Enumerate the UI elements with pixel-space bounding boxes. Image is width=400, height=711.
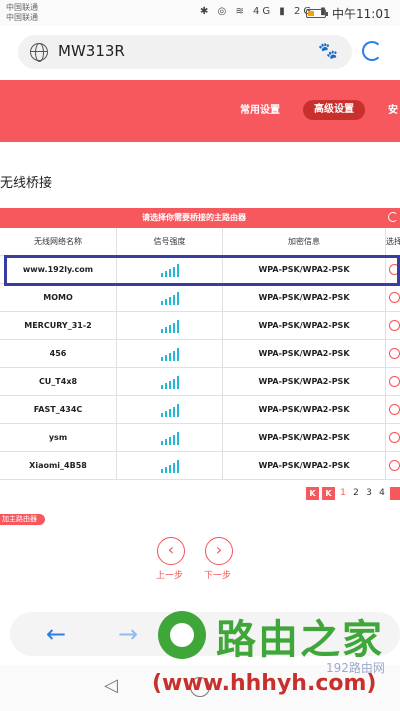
signal-cell xyxy=(117,340,223,367)
prev-page-button[interactable]: K xyxy=(322,486,335,500)
select-cell xyxy=(386,424,400,451)
table-row[interactable]: 456 WPA-PSK/WPA2-PSK xyxy=(0,340,400,368)
router-header: 常用设置 高级设置 安 xyxy=(0,80,400,142)
select-cell xyxy=(386,312,400,339)
signal-strength-icon xyxy=(160,403,179,417)
watermark-logo-icon xyxy=(158,611,206,659)
ssid-cell: MOMO xyxy=(0,284,117,311)
table-row[interactable]: CU_T4x8 WPA-PSK/WPA2-PSK xyxy=(0,368,400,396)
header-signal: 信号强度 xyxy=(117,228,223,255)
globe-icon xyxy=(30,43,48,62)
encryption-cell: WPA-PSK/WPA2-PSK xyxy=(223,368,386,395)
next-step-button[interactable]: › xyxy=(205,537,233,565)
encryption-cell: WPA-PSK/WPA2-PSK xyxy=(223,312,386,339)
watermark-url: (www.hhhyh.com) xyxy=(152,671,377,696)
nav-security[interactable]: 安 xyxy=(388,101,398,116)
carrier-2: 中国联通 xyxy=(6,13,38,22)
first-page-button[interactable]: K xyxy=(306,486,319,500)
page-2[interactable]: 2 xyxy=(351,488,361,498)
select-radio[interactable] xyxy=(388,404,400,415)
ssid-cell: 456 xyxy=(0,340,117,367)
battery-icon xyxy=(306,9,328,18)
header-encryption: 加密信息 xyxy=(223,228,386,255)
select-cell xyxy=(386,368,400,395)
nav-advanced-settings[interactable]: 高级设置 xyxy=(303,100,365,120)
ssid-cell: CU_T4x8 xyxy=(0,368,117,395)
page-4[interactable]: 4 xyxy=(377,488,387,498)
table-row[interactable]: ysm WPA-PSK/WPA2-PSK xyxy=(0,424,400,452)
next-page-button[interactable] xyxy=(390,486,400,500)
table-banner: 请选择你需要桥接的主路由器 xyxy=(0,208,400,228)
select-cell xyxy=(386,452,400,479)
table-header: 无线网络名称 信号强度 加密信息 选择 xyxy=(0,228,400,256)
ssid-cell: Xiaomi_4B58 xyxy=(0,452,117,479)
clock: 中午11:01 xyxy=(332,7,391,21)
banner-text: 请选择你需要桥接的主路由器 xyxy=(142,213,246,222)
chevron-left-icon: ‹ xyxy=(167,540,175,559)
section-title: 无线桥接 xyxy=(0,176,53,191)
system-back-icon[interactable]: ◁ xyxy=(104,675,118,696)
status-bar: 中国联通 中国联通 ✱ ◎ ≋ 4G ▮ 2G ▮ 中午11:01 xyxy=(0,0,400,26)
add-router-button[interactable]: 加主路由器 xyxy=(0,514,45,525)
prev-step-label[interactable]: 上一步 xyxy=(156,568,183,581)
forward-arrow-icon[interactable]: → xyxy=(118,620,138,648)
reload-icon[interactable] xyxy=(362,41,382,61)
next-step-label[interactable]: 下一步 xyxy=(204,568,231,581)
select-radio[interactable] xyxy=(388,348,400,359)
signal-cell xyxy=(117,284,223,311)
select-radio[interactable] xyxy=(388,292,400,303)
select-radio[interactable] xyxy=(388,376,400,387)
signal-strength-icon xyxy=(160,291,179,305)
signal-strength-icon xyxy=(160,459,179,473)
signal-strength-icon xyxy=(160,319,179,333)
signal-cell xyxy=(117,368,223,395)
selection-highlight-box xyxy=(4,255,400,286)
back-arrow-icon[interactable]: ← xyxy=(46,620,66,648)
page-3[interactable]: 3 xyxy=(364,488,374,498)
signal-strength-icon xyxy=(160,431,179,445)
url-text: MW313R xyxy=(58,42,125,60)
select-radio[interactable] xyxy=(388,432,400,443)
table-row[interactable]: MERCURY_31-2 WPA-PSK/WPA2-PSK xyxy=(0,312,400,340)
carrier-1: 中国联通 xyxy=(6,3,38,12)
table-row[interactable]: Xiaomi_4B58 WPA-PSK/WPA2-PSK xyxy=(0,452,400,480)
browser-toolbar: MW313R 🐾 xyxy=(0,26,400,80)
select-radio[interactable] xyxy=(388,320,400,331)
pagination: K K 1 2 3 4 xyxy=(306,486,400,500)
select-cell xyxy=(386,340,400,367)
select-cell xyxy=(386,396,400,423)
encryption-cell: WPA-PSK/WPA2-PSK xyxy=(223,284,386,311)
select-cell xyxy=(386,284,400,311)
encryption-cell: WPA-PSK/WPA2-PSK xyxy=(223,396,386,423)
prev-step-button[interactable]: ‹ xyxy=(157,537,185,565)
encryption-cell: WPA-PSK/WPA2-PSK xyxy=(223,424,386,451)
encryption-cell: WPA-PSK/WPA2-PSK xyxy=(223,452,386,479)
ssid-cell: FAST_434C xyxy=(0,396,117,423)
signal-cell xyxy=(117,452,223,479)
signal-cell xyxy=(117,424,223,451)
page-1[interactable]: 1 xyxy=(338,488,348,498)
ssid-cell: ysm xyxy=(0,424,117,451)
nav-common-settings[interactable]: 常用设置 xyxy=(240,101,280,116)
table-row[interactable]: MOMO WPA-PSK/WPA2-PSK xyxy=(0,284,400,312)
ssid-cell: MERCURY_31-2 xyxy=(0,312,117,339)
table-row[interactable]: FAST_434C WPA-PSK/WPA2-PSK xyxy=(0,396,400,424)
signal-strength-icon xyxy=(160,375,179,389)
watermark-brand: 路由之家 xyxy=(216,617,384,663)
select-radio[interactable] xyxy=(388,460,400,471)
signal-cell xyxy=(117,396,223,423)
header-select: 选择 xyxy=(386,237,400,246)
paw-icon[interactable]: 🐾 xyxy=(318,41,338,60)
chevron-right-icon: › xyxy=(215,540,223,559)
header-ssid: 无线网络名称 xyxy=(0,228,117,255)
signal-strength-icon xyxy=(160,347,179,361)
watermark: 路由之家 192路由网 (www.hhhyh.com) xyxy=(150,605,400,711)
encryption-cell: WPA-PSK/WPA2-PSK xyxy=(223,340,386,367)
signal-cell xyxy=(117,312,223,339)
refresh-icon[interactable] xyxy=(388,212,398,222)
address-bar[interactable]: MW313R 🐾 xyxy=(18,35,352,69)
